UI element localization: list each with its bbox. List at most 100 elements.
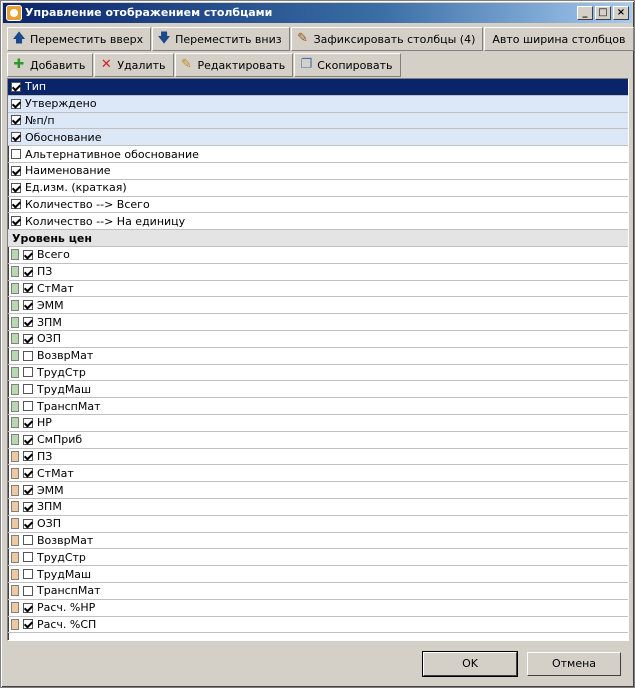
visibility-checkbox[interactable] <box>23 485 33 496</box>
dialog-window: Управление отображением столбцами _ □ × … <box>0 0 635 688</box>
toolbar-button-label: Авто ширина столбцов <box>492 32 626 46</box>
list-item[interactable]: ЗПМ <box>8 314 628 331</box>
list-item[interactable]: Тип <box>8 79 628 96</box>
visibility-checkbox[interactable] <box>11 199 21 210</box>
cancel-button[interactable]: Отмена <box>527 652 621 676</box>
list-item-label: СтМат <box>37 466 74 480</box>
list-item[interactable]: ЭММ <box>8 482 628 499</box>
visibility-checkbox[interactable] <box>23 333 33 344</box>
list-item-label: Обоснование <box>25 130 102 144</box>
list-item-label: ЭММ <box>37 483 64 497</box>
visibility-checkbox[interactable] <box>11 182 21 193</box>
visibility-checkbox[interactable] <box>23 249 33 260</box>
visibility-checkbox[interactable] <box>23 518 33 529</box>
visibility-checkbox[interactable] <box>23 367 33 378</box>
ok-button[interactable]: OK <box>422 651 518 677</box>
list-item[interactable]: Наименование <box>8 163 628 180</box>
visibility-checkbox[interactable] <box>11 132 21 143</box>
list-item[interactable]: Обоснование <box>8 129 628 147</box>
visibility-checkbox[interactable] <box>23 451 33 462</box>
list-item[interactable]: Количество --> На единицу <box>8 213 628 231</box>
color-swatch <box>11 551 19 563</box>
close-button[interactable]: × <box>613 6 629 20</box>
columns-list[interactable]: Тип Утверждено №п/п Обоснование Альтернативн… <box>7 78 629 641</box>
list-item[interactable]: НР <box>8 415 628 432</box>
visibility-checkbox[interactable] <box>23 384 33 395</box>
visibility-checkbox[interactable] <box>11 165 21 176</box>
toolbar1-button-0[interactable]: 🡅 Переместить вверх <box>7 27 152 51</box>
visibility-checkbox[interactable] <box>23 619 33 630</box>
list-item[interactable]: ВозврМат <box>8 533 628 550</box>
list-item-label: СтМат <box>37 281 74 295</box>
visibility-checkbox[interactable] <box>11 216 21 227</box>
list-item[interactable]: ТранспМат <box>8 398 628 415</box>
color-swatch <box>11 266 19 278</box>
title-bar[interactable]: Управление отображением столбцами _ □ × <box>3 3 632 23</box>
list-item[interactable]: ТранспМат <box>8 583 628 600</box>
maximize-button[interactable]: □ <box>595 6 611 20</box>
visibility-checkbox[interactable] <box>11 149 21 160</box>
toolbar2-button-2[interactable]: ✎ Редактировать <box>174 53 294 77</box>
visibility-checkbox[interactable] <box>23 266 33 277</box>
visibility-checkbox[interactable] <box>23 468 33 479</box>
toolbar1-button-2[interactable]: ✎ Зафиксировать столбцы (4) <box>290 27 484 51</box>
toolbar2-button-0[interactable]: ✚ Добавить <box>7 53 94 77</box>
visibility-checkbox[interactable] <box>23 602 33 613</box>
list-item-label: Ед.изм. (краткая) <box>25 181 127 195</box>
list-item[interactable]: ТрудМаш <box>8 381 628 399</box>
list-item[interactable]: ПЗ <box>8 264 628 281</box>
list-item[interactable]: ОЗП <box>8 516 628 533</box>
window-title: Управление отображением столбцами <box>25 6 273 19</box>
toolbar2-button-3[interactable]: ❐ Скопировать <box>294 53 401 77</box>
list-item[interactable]: Расч. %НР <box>8 600 628 617</box>
visibility-checkbox[interactable] <box>11 81 21 92</box>
list-item[interactable]: СтМат <box>8 281 628 298</box>
toolbar-button-label: Скопировать <box>317 58 393 72</box>
visibility-checkbox[interactable] <box>11 115 21 126</box>
list-item[interactable]: ЭММ <box>8 297 628 315</box>
list-item[interactable]: ТрудСтр <box>8 365 628 382</box>
list-item-label: Всего <box>37 248 70 262</box>
list-item[interactable]: Утверждено <box>8 95 628 113</box>
toolbar-button-label: Добавить <box>30 58 86 72</box>
list-item[interactable]: ТрудСтр <box>8 549 628 567</box>
list-item[interactable]: ПЗ <box>8 449 628 466</box>
arrow-up-icon: 🡅 <box>12 31 26 46</box>
list-item-label: Наименование <box>25 164 111 178</box>
visibility-checkbox[interactable] <box>23 317 33 328</box>
visibility-checkbox[interactable] <box>23 585 33 596</box>
list-item[interactable]: ТрудМаш <box>8 566 628 583</box>
list-item[interactable]: Количество --> Всего <box>8 197 628 214</box>
list-item[interactable]: ВозврМат <box>8 348 628 365</box>
color-swatch <box>11 484 19 496</box>
list-item[interactable]: СтМат <box>8 465 628 483</box>
list-item[interactable]: Всего <box>8 247 628 264</box>
visibility-checkbox[interactable] <box>23 535 33 546</box>
visibility-checkbox[interactable] <box>23 552 33 563</box>
toolbar2-button-1[interactable]: ✕ Удалить <box>94 53 174 77</box>
visibility-checkbox[interactable] <box>23 350 33 361</box>
list-item[interactable]: Расч. %СП <box>8 617 628 634</box>
list-item-label: ТрудМаш <box>37 382 92 396</box>
toolbar-button-label: Зафиксировать столбцы (4) <box>313 32 476 46</box>
visibility-checkbox[interactable] <box>23 401 33 412</box>
visibility-checkbox[interactable] <box>23 501 33 512</box>
visibility-checkbox[interactable] <box>23 283 33 294</box>
list-item[interactable]: ОЗП <box>8 331 628 348</box>
list-item[interactable]: ЗПМ <box>8 499 628 516</box>
visibility-checkbox[interactable] <box>23 434 33 445</box>
visibility-checkbox[interactable] <box>23 569 33 579</box>
list-item[interactable]: №п/п <box>8 112 628 130</box>
toolbar1-button-3[interactable]: Авто ширина столбцов <box>484 27 634 51</box>
toolbar1-button-1[interactable]: 🡇 Переместить вниз <box>152 27 290 51</box>
toolbar-button-label: Переместить вверх <box>30 32 144 46</box>
visibility-checkbox[interactable] <box>23 300 33 311</box>
list-item[interactable]: Ед.изм. (краткая) <box>8 180 628 197</box>
minimize-button[interactable]: _ <box>577 6 593 20</box>
toolbar-top: 🡅 Переместить вверх 🡇 Переместить вниз ✎ Зафи… <box>7 27 635 51</box>
list-item[interactable]: СмПриб <box>8 432 628 449</box>
visibility-checkbox[interactable] <box>23 417 33 428</box>
visibility-checkbox[interactable] <box>11 98 21 109</box>
list-item[interactable]: Альтернативное обоснование <box>8 146 628 163</box>
list-item-label: Тип <box>25 80 47 94</box>
